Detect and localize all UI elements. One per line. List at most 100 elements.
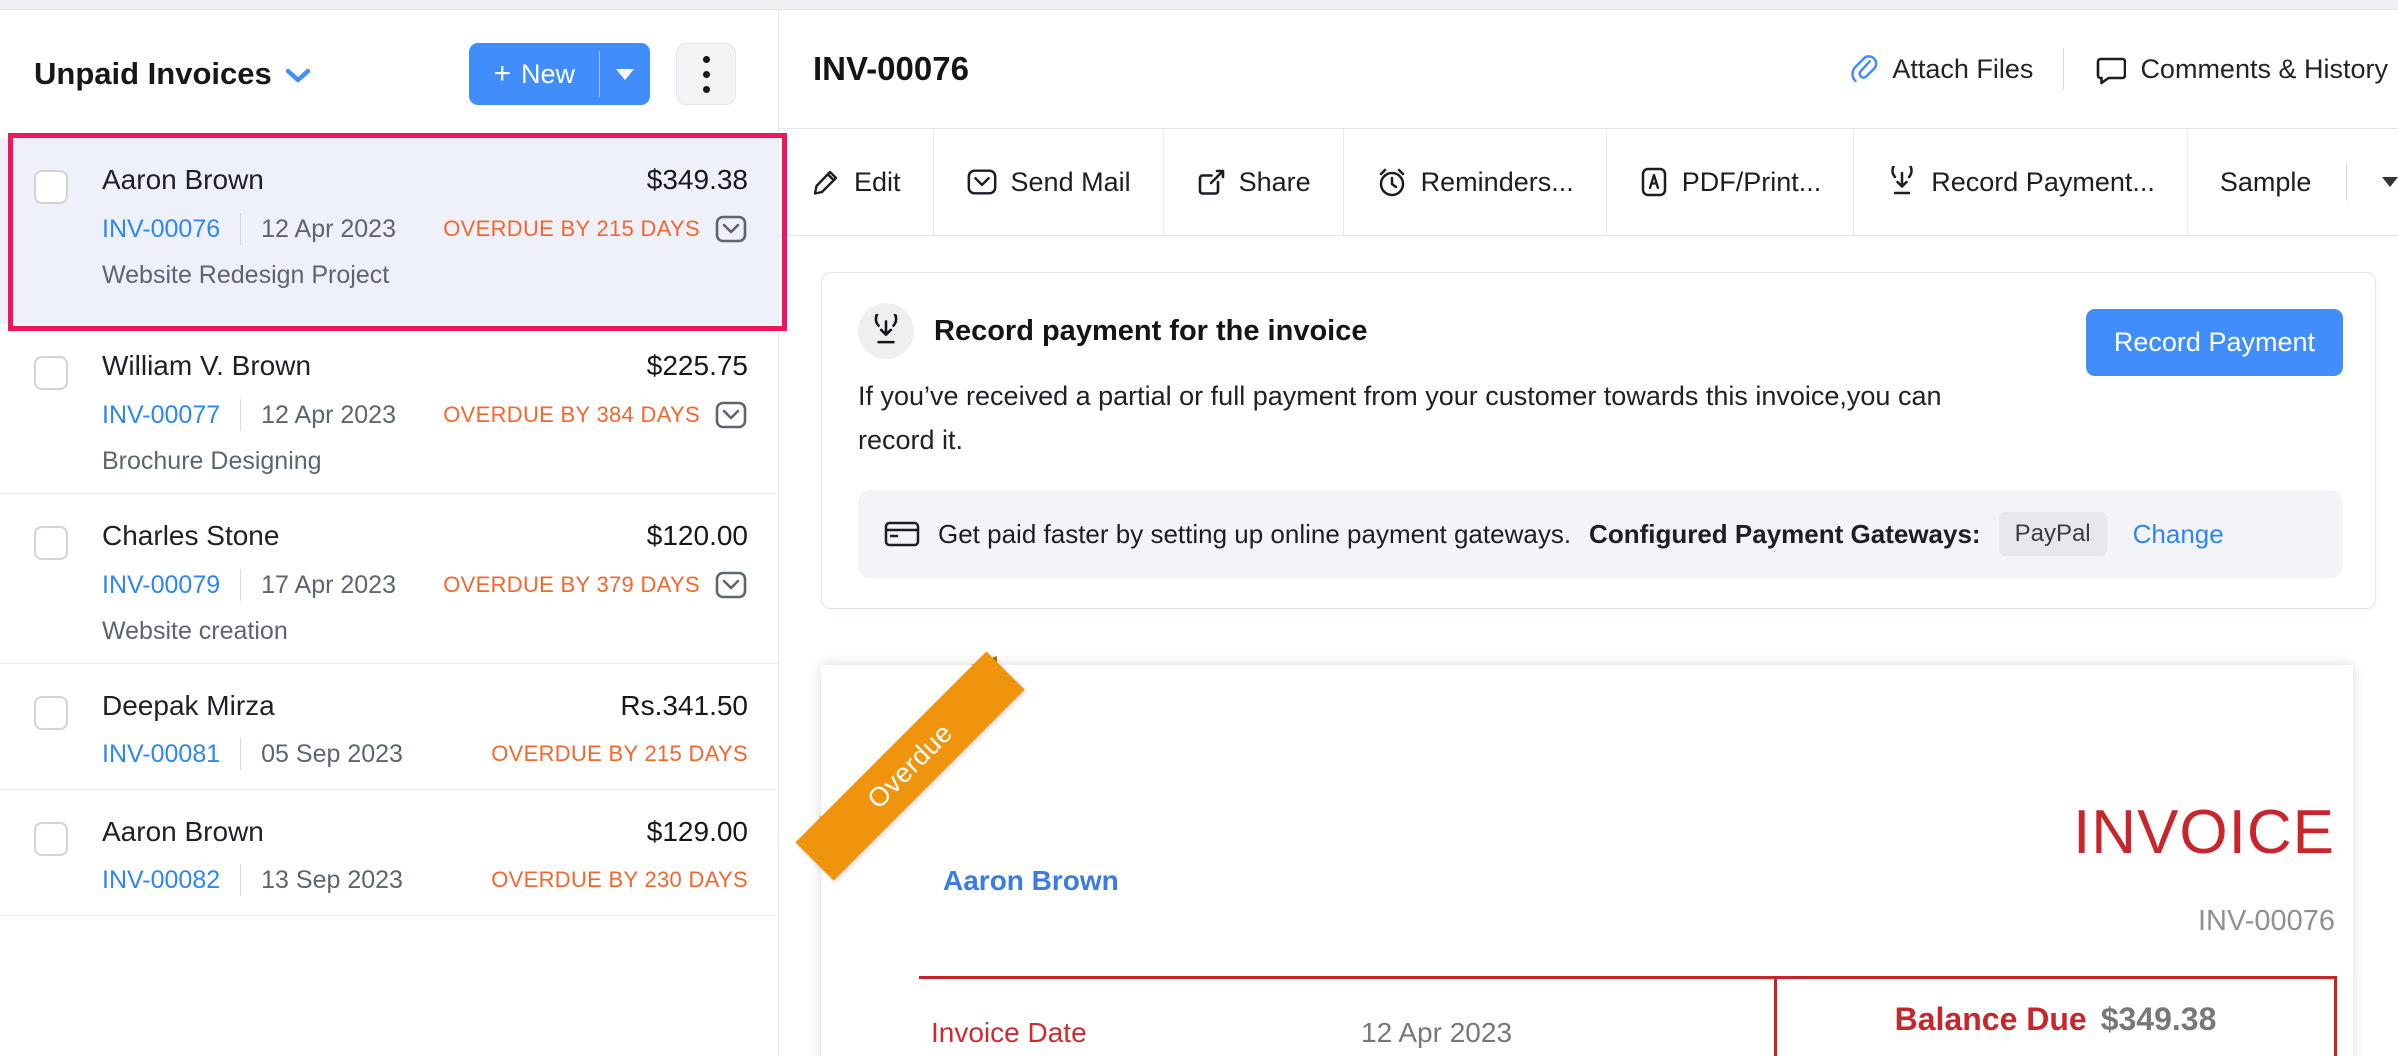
new-button-label: New [521,59,575,90]
plus-icon: + [493,57,511,91]
list-filter-dropdown[interactable]: Unpaid Invoices [34,56,310,92]
gateway-chip: PayPal [1999,512,2107,556]
caret-down-icon [2382,177,2398,187]
invoice-date-label: Invoice Date [931,1017,1087,1049]
invoice-list-panel: Unpaid Invoices + New Aaron Brown [0,10,779,1056]
mail-sent-icon [714,568,748,602]
customer-name: Aaron Brown [102,816,647,848]
invoice-customer-name: Aaron Brown [943,865,1119,897]
list-filter-label: Unpaid Invoices [34,56,272,92]
invoice-number-link[interactable]: INV-00079 [102,571,220,600]
overdue-badge: OVERDUE BY 215 DAYS [443,216,700,242]
record-payment-menu-button[interactable]: Record Payment... [1854,129,2188,235]
mail-sent-icon [714,212,748,246]
toolbar-button-group: Edit Send Mail Share Reminders... PDF/Pr… [779,129,2398,235]
payment-download-icon [1886,166,1918,198]
invoice-number-link[interactable]: INV-00076 [102,215,220,244]
invoice-amount: Rs.341.50 [620,690,748,722]
banner-bold-text: Configured Payment Gateways: [1589,519,1981,550]
balance-due-amount: $349.38 [2101,1001,2217,1038]
record-payment-icon [858,303,914,359]
list-more-menu-button[interactable] [676,43,736,105]
credit-card-icon [884,519,920,549]
invoice-doc-number: INV-00076 [2198,905,2335,938]
invoice-number-link[interactable]: INV-00082 [102,866,220,895]
sample-label: Sample [2220,167,2312,198]
new-invoice-split-button[interactable]: + New [469,43,650,105]
change-gateway-link[interactable]: Change [2133,519,2224,550]
overdue-badge: OVERDUE BY 230 DAYS [491,867,748,893]
invoice-row-inv-00082[interactable]: Aaron Brown $129.00 INV-00082 13 Sep 202… [0,790,778,916]
alarm-clock-icon [1376,166,1408,198]
reminders-label: Reminders... [1421,167,1574,198]
row-checkbox[interactable] [34,356,68,390]
new-invoice-button[interactable]: + New [469,43,599,105]
divider [2063,48,2064,90]
attach-files-button[interactable]: Attach Files [1850,54,2033,85]
payment-gateway-banner: Get paid faster by setting up online pay… [858,490,2343,578]
invoice-detail-panel: INV-00076 Attach Files Comments & Histor… [779,10,2398,1056]
detail-header: INV-00076 Attach Files Comments & Histor… [779,10,2398,128]
invoice-row-inv-00079[interactable]: Charles Stone $120.00 INV-00079 17 Apr 2… [0,494,778,664]
balance-due-box: Balance Due $349.38 [1774,976,2337,1056]
invoice-amount: $225.75 [647,350,748,382]
invoice-number-link[interactable]: INV-00081 [102,740,220,769]
invoice-date: 05 Sep 2023 [261,740,491,769]
comments-history-label: Comments & History [2140,54,2388,85]
edit-button[interactable]: Edit [779,129,934,235]
send-mail-button[interactable]: Send Mail [934,129,1164,235]
share-icon [1196,167,1226,197]
chevron-down-icon [286,68,310,84]
row-checkbox[interactable] [34,170,68,204]
invoice-toolbar: Edit Send Mail Share Reminders... PDF/Pr… [779,128,2398,236]
invoice-doc-title: INVOICE [2073,797,2335,868]
invoice-amount: $129.00 [647,816,748,848]
sample-dropdown[interactable]: Sample [2188,129,2398,235]
edit-label: Edit [854,167,901,198]
comments-history-button[interactable]: Comments & History [2094,53,2388,85]
pdf-print-button[interactable]: PDF/Print... [1607,129,1855,235]
page-title: INV-00076 [813,50,969,88]
invoice-description: Website Redesign Project [102,261,748,290]
reminders-button[interactable]: Reminders... [1344,129,1607,235]
record-payment-button[interactable]: Record Payment [2086,309,2343,376]
divider [240,864,241,896]
record-payment-card: Record payment for the invoice If you’ve… [821,272,2376,609]
invoice-description: Brochure Designing [102,447,748,476]
invoice-app: Unpaid Invoices + New Aaron Brown [0,10,2398,1056]
customer-name: Charles Stone [102,520,647,552]
detail-content: Record payment for the invoice If you’ve… [779,236,2398,1056]
invoice-amount: $120.00 [647,520,748,552]
overdue-ribbon: Overdue [795,652,1024,881]
share-button[interactable]: Share [1164,129,1344,235]
invoice-description: Website creation [102,617,748,646]
invoice-number-link[interactable]: INV-00077 [102,401,220,430]
mail-sent-icon [714,398,748,432]
row-checkbox[interactable] [34,526,68,560]
invoice-row-inv-00077[interactable]: William V. Brown $225.75 INV-00077 12 Ap… [0,324,778,494]
invoice-row-inv-00076[interactable]: Aaron Brown $349.38 INV-00076 12 Apr 202… [0,138,778,324]
customer-name: Aaron Brown [102,164,647,196]
divider [2346,163,2347,201]
pdf-print-label: PDF/Print... [1682,167,1822,198]
overdue-badge: OVERDUE BY 379 DAYS [443,572,700,598]
record-payment-label: Record Payment... [1931,167,2155,198]
list-header: Unpaid Invoices + New [0,10,778,138]
row-checkbox[interactable] [34,822,68,856]
balance-due-label: Balance Due [1895,1001,2087,1038]
caret-down-icon [616,69,634,80]
invoice-row-inv-00081[interactable]: Deepak Mirza Rs.341.50 INV-00081 05 Sep … [0,664,778,790]
paperclip-icon [1850,54,1878,84]
mail-icon [966,166,998,198]
invoice-date: 17 Apr 2023 [261,571,443,600]
banner-text: Get paid faster by setting up online pay… [938,519,1571,550]
customer-name: William V. Brown [102,350,647,382]
divider [240,738,241,770]
attach-files-label: Attach Files [1892,54,2033,85]
invoice-amount: $349.38 [647,164,748,196]
row-checkbox[interactable] [34,696,68,730]
invoice-date: 12 Apr 2023 [261,215,443,244]
customer-name: Deepak Mirza [102,690,620,722]
new-invoice-dropdown[interactable] [600,43,650,105]
pdf-file-icon [1639,166,1669,198]
